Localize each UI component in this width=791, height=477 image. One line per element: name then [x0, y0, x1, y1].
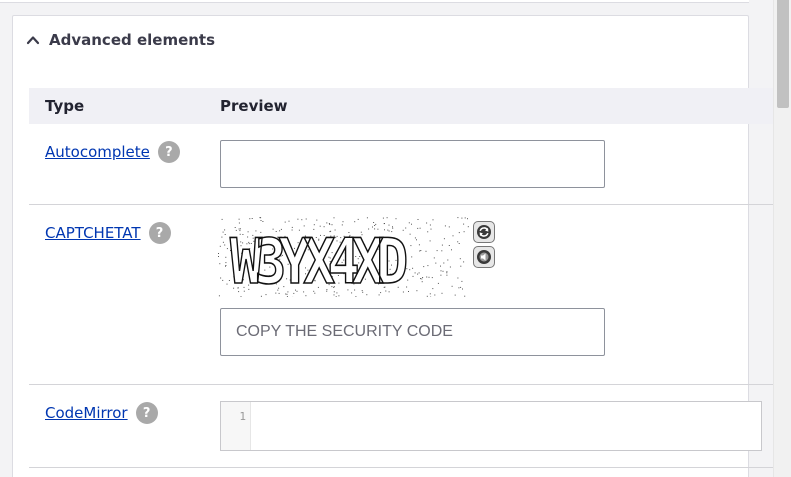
type-cell: CAPTCHETAT ? — [45, 222, 171, 244]
line-number: 1 — [239, 410, 246, 423]
table-row-autocomplete: Autocomplete ? — [29, 124, 775, 205]
captcha-reload-button[interactable] — [473, 221, 495, 243]
captchetat-link[interactable]: CAPTCHETAT — [45, 224, 141, 242]
line-gutter: 1 — [221, 402, 251, 450]
autocomplete-link[interactable]: Autocomplete — [45, 143, 150, 161]
svg-text:W3YX4XD: W3YX4XD — [230, 225, 407, 297]
summary-label: Advanced elements — [49, 31, 216, 49]
type-cell: CodeMirror ? — [45, 402, 158, 424]
help-icon[interactable]: ? — [135, 402, 158, 424]
column-header-type: Type — [45, 97, 85, 115]
captcha-image: W3YX4XD — [218, 217, 469, 297]
autocomplete-input[interactable] — [220, 140, 605, 188]
codemirror-link[interactable]: CodeMirror — [45, 404, 128, 422]
previous-panel-edge — [0, 0, 749, 3]
captcha-code-input[interactable] — [220, 308, 605, 356]
captcha-audio-button[interactable] — [473, 246, 495, 268]
table-row-captchetat: CAPTCHETAT ? W3YX4XD — [29, 205, 775, 385]
column-header-preview: Preview — [220, 97, 288, 115]
scrollbar-thumb[interactable] — [777, 0, 789, 108]
help-icon[interactable]: ? — [148, 222, 171, 244]
refresh-icon — [477, 225, 491, 239]
codemirror-editor[interactable]: 1 — [220, 401, 762, 451]
page-scrollbar[interactable] — [773, 0, 791, 477]
chevron-up-icon — [26, 36, 40, 45]
table-row-codemirror: CodeMirror ? 1 — [29, 385, 775, 468]
advanced-elements-summary[interactable]: Advanced elements — [25, 28, 215, 52]
speaker-icon — [477, 250, 491, 264]
type-cell: Autocomplete ? — [45, 141, 180, 163]
table-header: Type Preview — [29, 88, 775, 124]
help-icon[interactable]: ? — [157, 141, 180, 163]
